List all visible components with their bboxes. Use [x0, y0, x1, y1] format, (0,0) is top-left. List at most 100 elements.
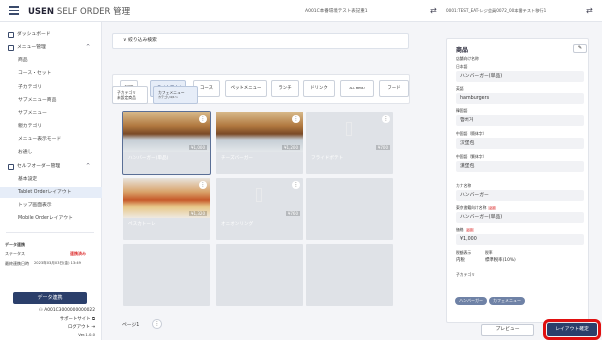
chevron-up-icon: ^	[86, 44, 91, 50]
sidebar: ダッシュボード メニュー管理 ^ 商品 コース・セット 子カテゴリ サブメニュー商…	[0, 22, 102, 340]
child-category-label: 子カテゴリ	[456, 272, 475, 277]
filter-search-toggle[interactable]: ∨ 絞り込み検索	[112, 33, 409, 49]
field-label: 英語	[456, 86, 464, 91]
sync-status-title: データ連携	[5, 242, 25, 247]
image-placeholder-icon	[346, 122, 352, 136]
version: Ver.1.0.0	[78, 332, 95, 337]
tab-pet-menu[interactable]: ペットメニュー	[225, 80, 267, 97]
sidebar-item-menu-management[interactable]: メニュー管理 ^	[0, 42, 102, 53]
tablet-icon	[8, 164, 14, 170]
sync-status-label: ステータス	[5, 251, 25, 256]
tax-type: 内税	[456, 258, 465, 263]
sync-status-value: 連携済み	[70, 251, 86, 256]
empty-slot[interactable]	[216, 244, 303, 306]
user-id[interactable]: ⚇ A001C3000000000022	[15, 308, 95, 313]
more-options-icon[interactable]: ⋮	[199, 115, 207, 123]
page-label: ページ1	[122, 323, 140, 328]
sidebar-item-submenu-products[interactable]: サブメニュー商品	[0, 95, 102, 106]
sidebar-item-dashboard[interactable]: ダッシュボード	[0, 29, 102, 40]
field-label: 店舗向け名称	[456, 56, 479, 61]
tab-lunch[interactable]: ランチ	[271, 80, 299, 97]
hamburger-menu-icon[interactable]	[9, 6, 19, 15]
store-name[interactable]: A001C本番環境テスト表記重1	[305, 8, 368, 14]
product-name: オニオンリング	[221, 222, 254, 227]
tab-food[interactable]: フード	[379, 80, 409, 97]
product-card[interactable]: ⋮ ¥700 フライドポテト	[306, 112, 393, 174]
subtab-unassigned[interactable]: 子カテゴリ 未設定商品	[112, 86, 148, 104]
field-label: 中国語（簡体字）	[456, 131, 487, 136]
sidebar-item-otoshi[interactable]: お通し	[0, 147, 102, 158]
product-card[interactable]: ⋮ ¥1,200 チーズバーガー	[216, 112, 303, 174]
field-value: ハンバーガー(単品)	[456, 212, 584, 223]
sidebar-item-products[interactable]: 商品	[0, 55, 102, 66]
product-card[interactable]: ⋮ ¥1,000 ハンバーガー(単品)	[122, 111, 211, 175]
product-price: ¥1,320	[189, 211, 207, 216]
sidebar-item-menu-display-mode[interactable]: メニュー表示モード	[0, 134, 102, 145]
preview-button[interactable]: プレビュー	[481, 324, 534, 336]
layout-editor: ∨ 絞り込み検索 料理 ★テイクアウト コース ペットメニュー ランチ ドリンク…	[105, 22, 415, 340]
top-bar: USEN SELF ORDER 管理 A001C本番環境テスト表記重1 ⇄ 00…	[0, 0, 602, 22]
tax-label: 税額表示	[456, 250, 472, 255]
field-value: 汉堡包	[456, 138, 584, 149]
subtab-cafe-menu[interactable]: カフェメニュー カテゴリ4/1〜	[153, 86, 198, 104]
terminal-name[interactable]: 0001:TEST_EAT-レジ会員0072_00本番テスト移行1	[446, 8, 546, 14]
product-price: ¥1,200	[282, 145, 300, 150]
category-chip: ハンバーガー	[455, 297, 487, 305]
product-name: ハンバーガー(単品)	[128, 156, 169, 161]
tax-rate: 標準税率(10%)	[485, 258, 516, 263]
tab-all-menu[interactable]: ALL MENU	[340, 80, 374, 97]
field-value: ハンバーガー	[456, 190, 584, 201]
menu-icon	[8, 45, 14, 51]
switch-icon[interactable]: ⇄	[430, 6, 437, 15]
product-price: ¥760	[285, 211, 300, 216]
switch-terminal-icon[interactable]: ⇄	[586, 6, 593, 15]
product-name: フライドポテト	[311, 156, 344, 161]
support-link[interactable]: サポートサイト ⧉	[15, 316, 95, 322]
image-placeholder-icon	[256, 188, 262, 202]
more-options-icon[interactable]: ⋮	[382, 115, 390, 123]
sidebar-item-course-set[interactable]: コース・セット	[0, 68, 102, 79]
empty-slot[interactable]	[306, 178, 393, 240]
field-value: 햄버거	[456, 115, 584, 126]
field-label: 韓国語	[456, 108, 468, 113]
more-options-icon[interactable]: ⋮	[292, 181, 300, 189]
sidebar-item-self-order[interactable]: セルフオーダー管理 ^	[0, 161, 102, 172]
sidebar-item-parent-category[interactable]: 親カテゴリ	[0, 121, 102, 132]
more-options-icon[interactable]: ⋮	[292, 115, 300, 123]
empty-slot[interactable]	[306, 244, 393, 306]
field-label: 中国語（繁体字）	[456, 154, 487, 159]
tax-value-label: 税率	[485, 250, 493, 255]
panel-title: 商品	[456, 47, 469, 54]
sidebar-item-basic-settings[interactable]: 基本設定	[0, 174, 102, 185]
chevron-up-icon: ^	[86, 163, 91, 169]
field-label: 東京書籍向け名称 必須	[456, 205, 497, 210]
tab-drink[interactable]: ドリンク	[303, 80, 335, 97]
field-label: カナ名称	[456, 183, 472, 188]
category-chip: カフェメニュー	[489, 297, 525, 305]
product-card[interactable]: ⋮ ¥760 オニオンリング	[216, 178, 303, 240]
field-value: hamburgers	[456, 93, 584, 104]
product-card[interactable]: ⋮ ¥1,320 ペスカトーレ	[123, 178, 210, 240]
data-sync-button[interactable]: データ連携	[13, 292, 87, 304]
logout-link[interactable]: ログアウト ⇥	[15, 324, 95, 330]
empty-slot[interactable]	[123, 244, 210, 306]
field-value: ¥1,000	[456, 234, 584, 245]
edit-icon[interactable]: ✎	[573, 44, 587, 53]
sidebar-item-child-category[interactable]: 子カテゴリ	[0, 82, 102, 93]
sidebar-item-top-display[interactable]: トップ画面表示	[0, 200, 102, 211]
last-sync-label: 最終連携日時	[5, 261, 29, 266]
product-name: ペスカトーレ	[128, 222, 156, 227]
product-name: チーズバーガー	[221, 156, 253, 161]
app-title: USEN SELF ORDER 管理	[28, 7, 131, 17]
sidebar-item-mobile-layout[interactable]: Mobile Orderレイアウト	[0, 213, 102, 224]
more-options-icon[interactable]: ⋮	[199, 181, 207, 189]
confirm-layout-button[interactable]: レイアウト確定	[543, 319, 601, 340]
page-menu-icon[interactable]: ⋮	[152, 319, 162, 329]
field-label: 価格 必須	[456, 227, 474, 232]
sidebar-item-submenu[interactable]: サブメニュー	[0, 108, 102, 119]
sidebar-item-tablet-layout[interactable]: Tablet Orderレイアウト	[0, 187, 102, 198]
divider	[6, 232, 94, 233]
last-sync-value: 2023年03月03日(金) 13:49	[34, 261, 81, 265]
field-value: ハンバーガー(単品)	[456, 71, 584, 82]
product-detail-panel: 商品 ✎ 店舗向け名称 日本語 ハンバーガー(単品) 英語 hamburgers…	[446, 38, 589, 323]
